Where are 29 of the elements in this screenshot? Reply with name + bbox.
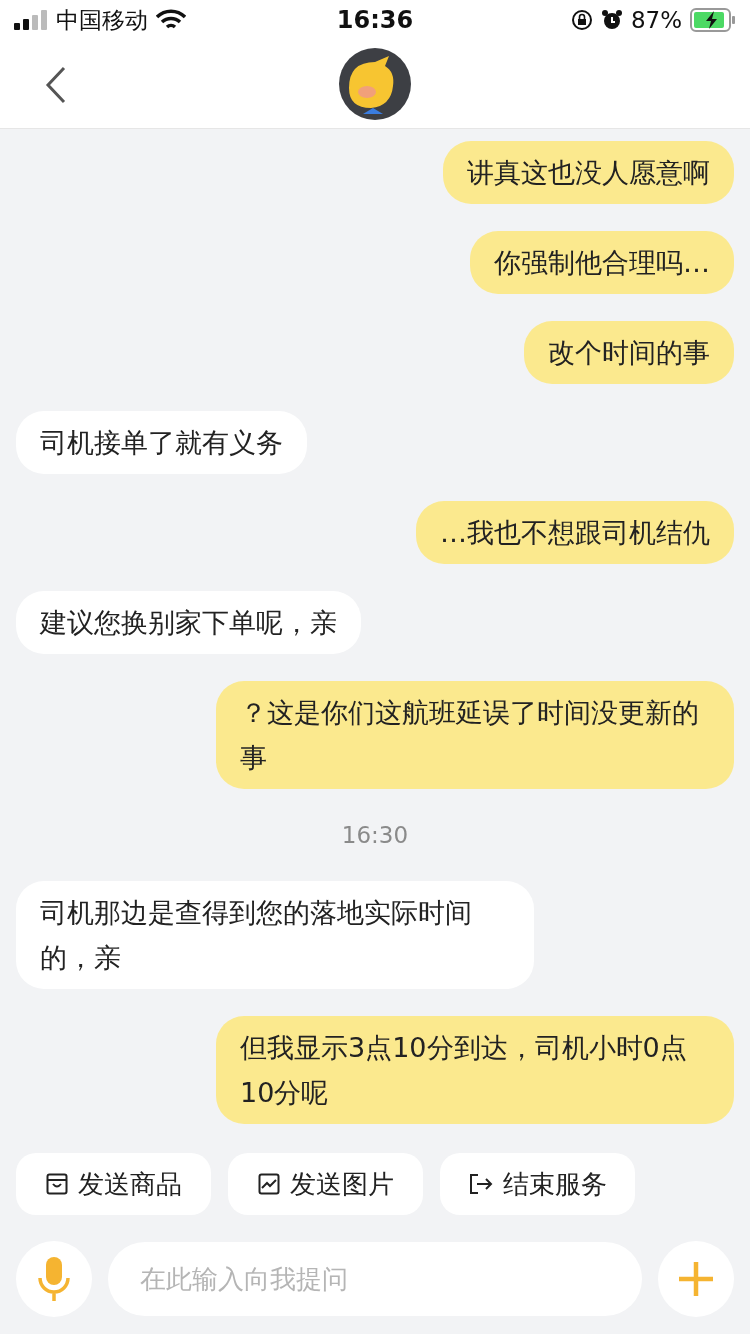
- quick-action-button[interactable]: 发送商品: [16, 1153, 211, 1215]
- rotation-lock-icon: [570, 9, 593, 31]
- signal-icon: [14, 10, 48, 30]
- bag-icon: [45, 1173, 68, 1195]
- back-icon[interactable]: [44, 66, 68, 104]
- quick-action-button[interactable]: 发送图片: [228, 1153, 423, 1215]
- received-message: 司机接单了就有义务: [16, 411, 307, 474]
- sent-message: 你强制他合理吗…: [470, 231, 734, 294]
- sent-message: 改个时间的事: [524, 321, 734, 384]
- image-icon: [257, 1173, 280, 1195]
- sent-message: 但我显示3点10分到达，司机小时0点10分呢: [216, 1016, 734, 1124]
- alarm-icon: [600, 9, 623, 31]
- plus-icon: [677, 1260, 715, 1298]
- battery-percent: 87%: [630, 7, 682, 33]
- carrier-name: 中国移动: [56, 5, 148, 35]
- clock-time: 16:36: [336, 6, 414, 34]
- wifi-icon: [156, 9, 186, 31]
- battery-icon: [690, 8, 736, 32]
- sent-message: ？这是你们这航班延误了时间没更新的事: [216, 681, 734, 789]
- exit-icon: [468, 1173, 493, 1195]
- message-input[interactable]: 在此输入向我提问: [108, 1242, 642, 1316]
- message-timestamp: 16:30: [341, 822, 409, 848]
- avatar: [339, 48, 411, 120]
- quick-action-button[interactable]: 结束服务: [440, 1153, 635, 1215]
- sent-message: …我也不想跟司机结仇: [416, 501, 734, 564]
- microphone-icon: [37, 1256, 71, 1302]
- sent-message: 讲真这也没人愿意啊: [443, 141, 734, 204]
- received-message: 建议您换别家下单呢，亲: [16, 591, 361, 654]
- received-message: 司机那边是查得到您的落地实际时间的，亲: [16, 881, 534, 989]
